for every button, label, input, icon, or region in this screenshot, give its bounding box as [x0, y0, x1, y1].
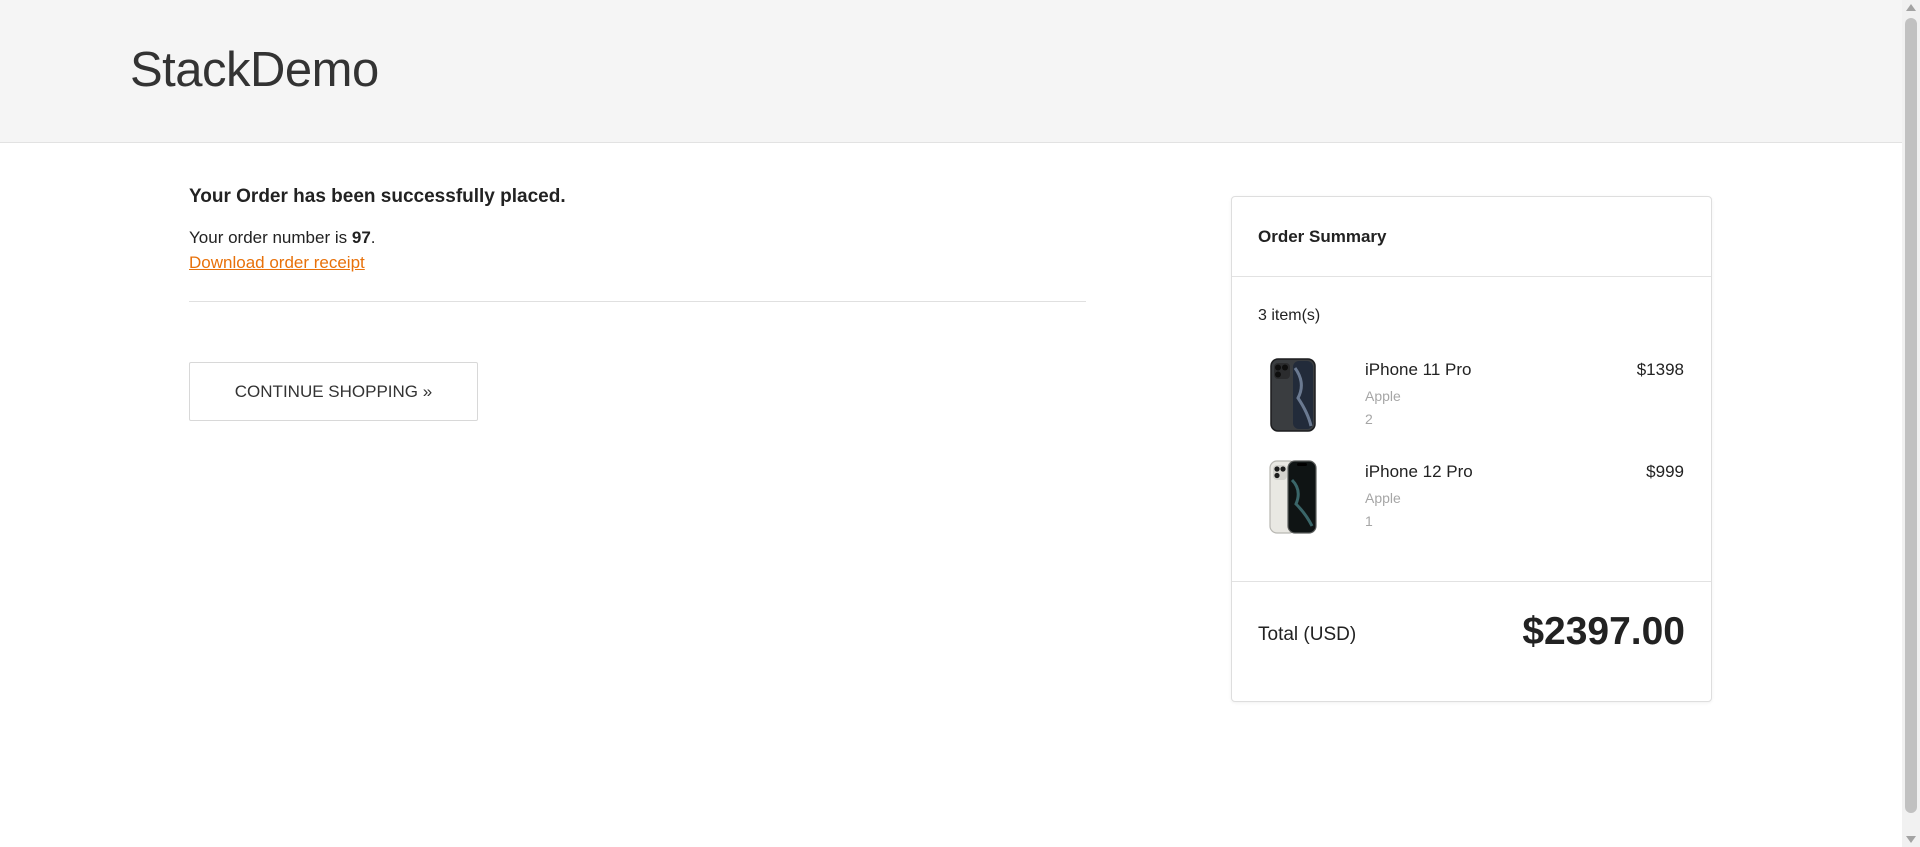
scroll-down-arrow-icon[interactable]: [1906, 836, 1916, 843]
total-label: Total (USD): [1258, 624, 1357, 645]
item-name: iPhone 12 Pro: [1365, 462, 1473, 481]
iphone-12-pro-image: [1269, 460, 1317, 534]
scroll-up-arrow-icon[interactable]: [1906, 4, 1916, 11]
order-number-prefix: Your order number is: [189, 228, 352, 247]
total-row: Total (USD) $2397.00: [1232, 582, 1711, 700]
site-header: StackDemo: [0, 0, 1902, 143]
order-summary-title: Order Summary: [1232, 197, 1711, 277]
scroll-thumb[interactable]: [1905, 18, 1917, 813]
item-brand: Apple: [1365, 388, 1401, 404]
item-price: $1398: [1636, 360, 1684, 379]
item-quantity: 2: [1365, 411, 1373, 427]
order-number: 97: [351, 228, 371, 247]
order-number-suffix: .: [370, 228, 376, 247]
order-number-line: Your order number is 97.: [189, 228, 1086, 248]
item-quantity: 1: [1365, 513, 1373, 529]
logo[interactable]: StackDemo: [130, 42, 379, 98]
confirmation-panel: Your Order has been successfully placed.…: [189, 186, 1086, 421]
success-title: Your Order has been successfully placed.: [189, 186, 566, 207]
total-value: $2397.00: [1522, 610, 1685, 653]
list-item: iPhone 11 Pro Apple 2 $1398: [1258, 358, 1684, 438]
item-price: $999: [1646, 462, 1684, 481]
divider: [189, 301, 1086, 302]
item-count: 3 item(s): [1258, 307, 1321, 324]
order-summary-card: Order Summary 3 item(s) iPhone 11 Pro Ap…: [1231, 196, 1712, 702]
order-summary-items: 3 item(s) iPhone 11 Pro Apple 2 $1398 iP…: [1232, 277, 1711, 582]
continue-shopping-button[interactable]: CONTINUE SHOPPING »: [189, 362, 478, 421]
iphone-11-pro-image: [1270, 358, 1316, 432]
vertical-scrollbar[interactable]: [1902, 0, 1920, 847]
list-item: iPhone 12 Pro Apple 1 $999: [1258, 460, 1684, 540]
item-name: iPhone 11 Pro: [1365, 360, 1472, 379]
item-brand: Apple: [1365, 490, 1401, 506]
download-receipt-link[interactable]: Download order receipt: [189, 253, 365, 273]
